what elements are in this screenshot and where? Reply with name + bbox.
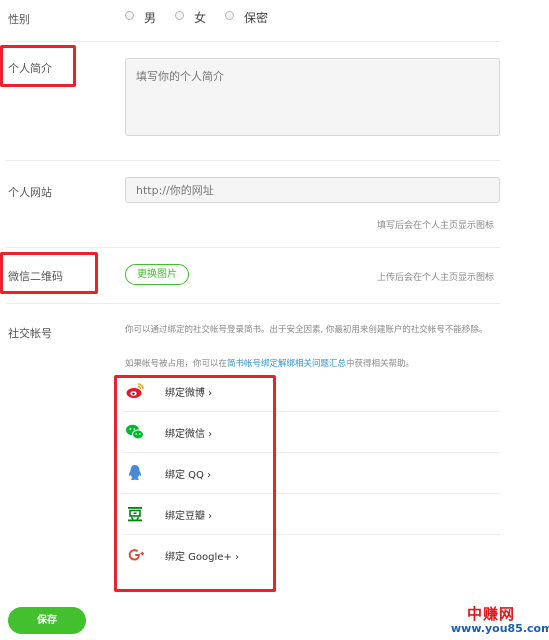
save-button[interactable]: 保存 — [8, 607, 86, 634]
gender-secret-label: 保密 — [244, 11, 269, 25]
help-link[interactable]: 简书帐号绑定解绑相关问题汇总 — [227, 359, 346, 369]
gender-male-label: 男 — [144, 11, 157, 25]
help-text-suffix: 中获得相关帮助。 — [346, 359, 415, 369]
social-description: 你可以通过绑定的社交帐号登录简书。出于安全因素, 你最初用来创建账户的社交帐号不… — [125, 325, 488, 335]
social-help-text: 如果帐号被占用，你可以在简书帐号绑定解绑相关问题汇总中获得相关帮助。 — [125, 358, 501, 371]
divider — [6, 303, 500, 304]
radio-secret[interactable] — [225, 11, 234, 20]
wechat-qr-hint: 上传后会在个人主页显示图标 — [377, 273, 495, 283]
radio-female[interactable] — [175, 11, 184, 20]
divider — [6, 160, 500, 161]
divider — [6, 247, 500, 248]
bio-textarea[interactable] — [125, 58, 500, 136]
annotation-box-bio — [0, 45, 76, 87]
annotation-box-wechat-qr — [0, 252, 98, 294]
help-text-prefix: 如果帐号被占用，你可以在 — [125, 359, 228, 369]
gender-label: 性别 — [8, 13, 30, 26]
divider — [6, 41, 500, 42]
social-label: 社交帐号 — [8, 327, 52, 340]
watermark-name: 中赚网 — [467, 605, 516, 623]
watermark-url: www.you85.com — [451, 622, 549, 635]
website-hint: 填写后会在个人主页显示图标 — [377, 221, 495, 231]
change-image-button[interactable]: 更换图片 — [125, 264, 189, 285]
annotation-box-social-bind — [114, 375, 276, 592]
radio-male[interactable] — [125, 11, 134, 20]
website-input[interactable] — [125, 177, 500, 203]
website-label: 个人网站 — [8, 186, 52, 199]
gender-female-label: 女 — [194, 11, 207, 25]
